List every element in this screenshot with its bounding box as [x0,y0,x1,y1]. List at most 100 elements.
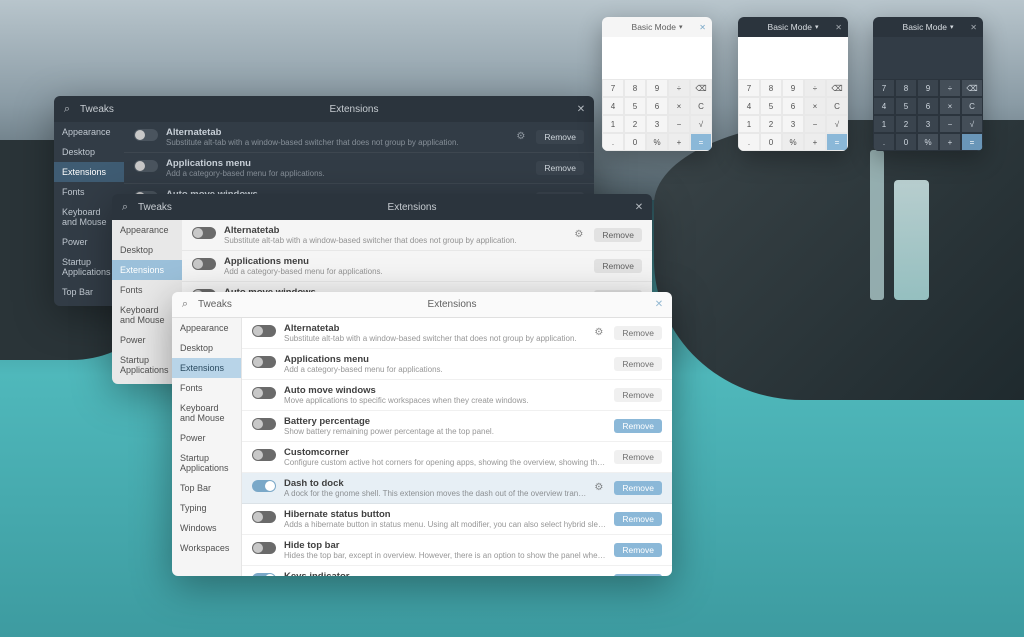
calc-key-equals[interactable]: = [826,133,848,151]
remove-button[interactable]: Remove [614,450,662,464]
calc-key-equals[interactable]: = [961,133,983,151]
remove-button[interactable]: Remove [614,419,662,433]
sidebar-item-extensions[interactable]: Extensions [112,260,182,280]
toggle-switch[interactable] [252,325,276,337]
calc-key-6[interactable]: 6 [646,97,668,115]
toggle-switch[interactable] [192,227,216,239]
toggle-switch[interactable] [252,449,276,461]
calc-key-7[interactable]: 7 [602,79,624,97]
calc-key-backspace[interactable]: ⌫ [826,79,848,97]
calc-key-plus[interactable]: + [668,133,690,151]
sidebar-item-startup-applications[interactable]: Startup Applications [172,448,241,478]
toggle-switch[interactable] [252,511,276,523]
remove-button[interactable]: Remove [614,326,662,340]
calc-key-4[interactable]: 4 [738,97,760,115]
mode-label[interactable]: Basic Mode [632,22,676,32]
sidebar-item-extensions[interactable]: Extensions [54,162,124,182]
search-icon[interactable]: ⌕ [112,201,138,214]
toggle-switch[interactable] [134,160,158,172]
remove-button[interactable]: Remove [536,161,584,175]
calc-key-multiply[interactable]: × [804,97,826,115]
close-icon[interactable]: ✕ [568,104,594,115]
sidebar-item-top-bar[interactable]: Top Bar [172,478,241,498]
calc-key-minus[interactable]: − [804,115,826,133]
sidebar-item-desktop[interactable]: Desktop [54,142,124,162]
toggle-switch[interactable] [252,418,276,430]
calc-key-2[interactable]: 2 [760,115,782,133]
calc-key-clear[interactable]: C [826,97,848,115]
calc-key-dot[interactable]: . [873,133,895,151]
calc-key-2[interactable]: 2 [624,115,646,133]
calc-key-1[interactable]: 1 [873,115,895,133]
remove-button[interactable]: Remove [614,543,662,557]
calc-key-4[interactable]: 4 [873,97,895,115]
remove-button[interactable]: Remove [614,481,662,495]
close-icon[interactable]: ✕ [646,299,672,310]
remove-button[interactable]: Remove [614,388,662,402]
remove-button[interactable]: Remove [536,130,584,144]
toggle-switch[interactable] [252,573,276,576]
calc-key-multiply[interactable]: × [939,97,961,115]
gear-icon[interactable]: ⚙ [594,482,606,494]
toggle-switch[interactable] [252,542,276,554]
calc-key-1[interactable]: 1 [738,115,760,133]
sidebar-item-keyboard-and-mouse[interactable]: Keyboard and Mouse [172,398,241,428]
calc-key-5[interactable]: 5 [895,97,917,115]
remove-button[interactable]: Remove [614,574,662,576]
gear-icon[interactable]: ⚙ [574,229,586,241]
calc-key-clear[interactable]: C [690,97,712,115]
calc-key-dot[interactable]: . [602,133,624,151]
sidebar-item-fonts[interactable]: Fonts [172,378,241,398]
toggle-switch[interactable] [252,356,276,368]
calc-key-backspace[interactable]: ⌫ [961,79,983,97]
sidebar-item-typing[interactable]: Typing [172,498,241,518]
calc-key-sqrt[interactable]: √ [826,115,848,133]
calc-key-minus[interactable]: − [668,115,690,133]
remove-button[interactable]: Remove [594,228,642,242]
calc-key-4[interactable]: 4 [602,97,624,115]
mode-label[interactable]: Basic Mode [768,22,812,32]
search-icon[interactable]: ⌕ [54,103,80,116]
calc-key-7[interactable]: 7 [738,79,760,97]
calc-key-percent[interactable]: % [646,133,668,151]
calc-key-5[interactable]: 5 [624,97,646,115]
calc-key-percent[interactable]: % [782,133,804,151]
calc-key-9[interactable]: 9 [782,79,804,97]
toggle-switch[interactable] [252,480,276,492]
calc-key-dot[interactable]: . [738,133,760,151]
calc-key-2[interactable]: 2 [895,115,917,133]
calc-key-divide[interactable]: ÷ [804,79,826,97]
calc-key-plus[interactable]: + [939,133,961,151]
calc-key-clear[interactable]: C [961,97,983,115]
sidebar-item-windows[interactable]: Windows [172,518,241,538]
sidebar-item-workspaces[interactable]: Workspaces [172,538,241,558]
sidebar-item-extensions[interactable]: Extensions [172,358,241,378]
calc-key-8[interactable]: 8 [624,79,646,97]
sidebar-item-appearance[interactable]: Appearance [112,220,182,240]
close-icon[interactable]: ✕ [626,202,652,213]
calc-key-percent[interactable]: % [917,133,939,151]
calc-key-8[interactable]: 8 [895,79,917,97]
calc-key-3[interactable]: 3 [646,115,668,133]
sidebar-item-appearance[interactable]: Appearance [54,122,124,142]
calc-key-divide[interactable]: ÷ [939,79,961,97]
chevron-down-icon[interactable]: ▾ [815,23,819,31]
calc-key-minus[interactable]: − [939,115,961,133]
calc-key-0[interactable]: 0 [624,133,646,151]
calc-key-7[interactable]: 7 [873,79,895,97]
mode-label[interactable]: Basic Mode [903,22,947,32]
close-icon[interactable]: ✕ [835,23,842,32]
calc-key-6[interactable]: 6 [917,97,939,115]
remove-button[interactable]: Remove [594,259,642,273]
search-icon[interactable]: ⌕ [172,298,198,311]
sidebar-item-desktop[interactable]: Desktop [112,240,182,260]
close-icon[interactable]: ✕ [970,23,977,32]
calc-key-3[interactable]: 3 [782,115,804,133]
calc-key-9[interactable]: 9 [646,79,668,97]
calc-key-plus[interactable]: + [804,133,826,151]
close-icon[interactable]: ✕ [699,23,706,32]
calc-key-3[interactable]: 3 [917,115,939,133]
remove-button[interactable]: Remove [614,357,662,371]
calc-key-0[interactable]: 0 [760,133,782,151]
chevron-down-icon[interactable]: ▾ [950,23,954,31]
